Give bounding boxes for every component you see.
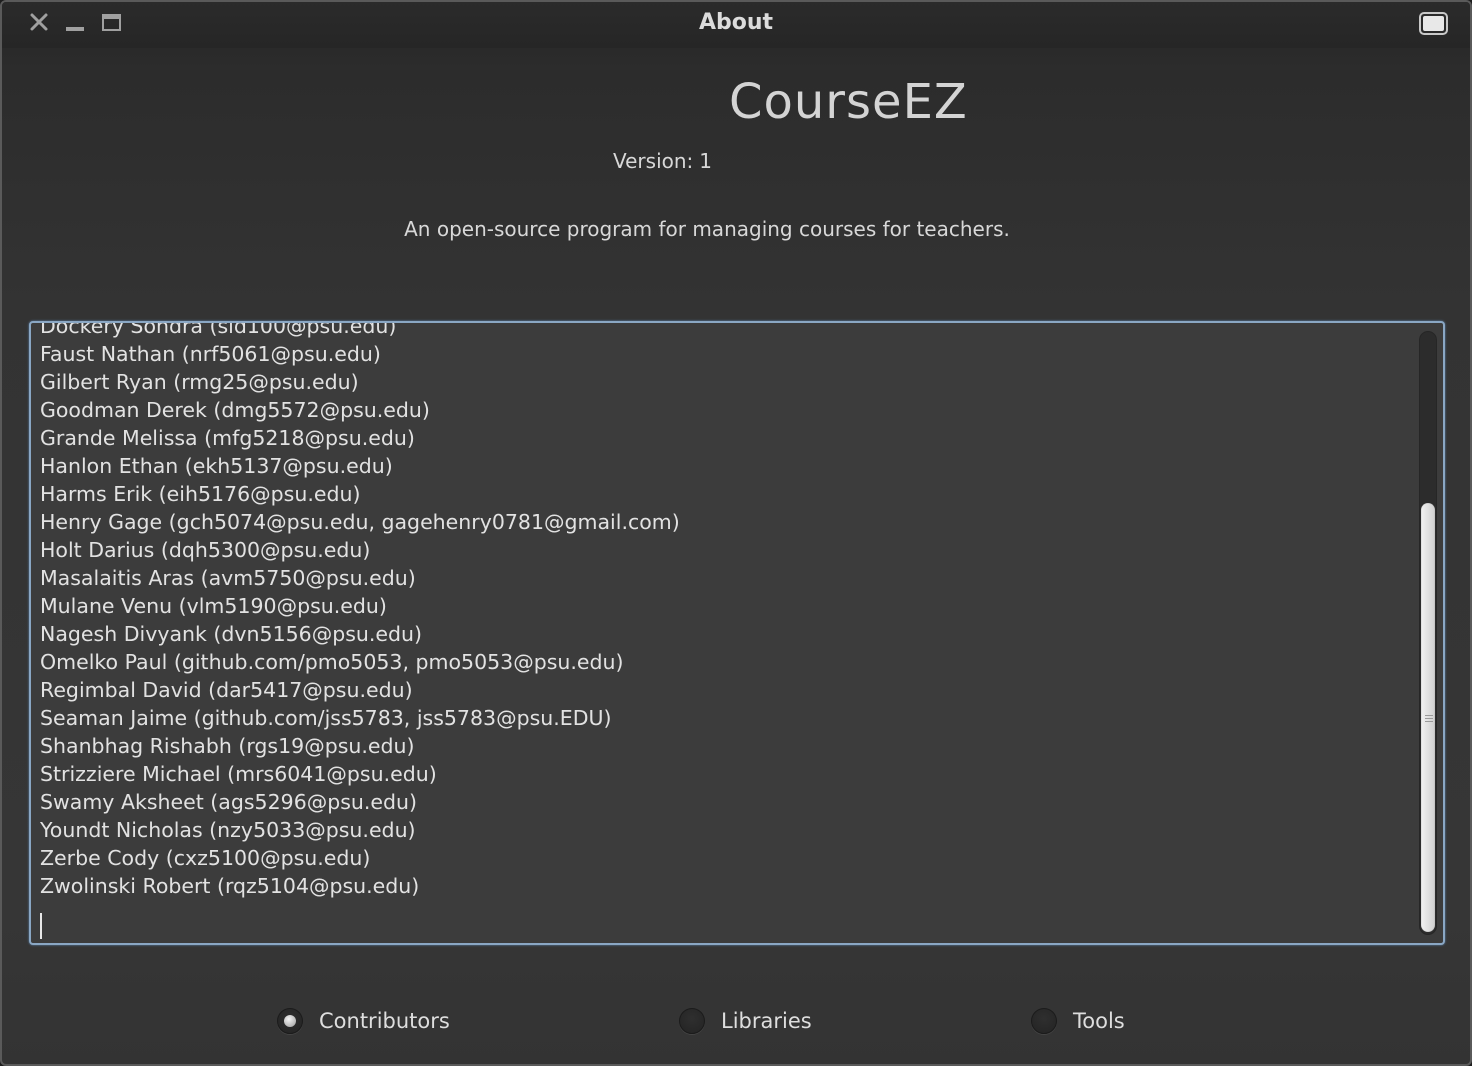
contributor-line: Hanlon Ethan (ekh5137@psu.edu) <box>40 454 393 478</box>
vertical-scrollbar[interactable] <box>1419 331 1437 935</box>
contributor-line: Strizziere Michael (mrs6041@psu.edu) <box>40 762 437 786</box>
version-value: 1 <box>699 149 713 173</box>
text-lines: Dockery Sondra (sld100@psu.edu) Faust Nat… <box>40 321 1403 900</box>
contributor-line: Swamy Aksheet (ags5296@psu.edu) <box>40 790 418 814</box>
contributor-line: Gilbert Ryan (rmg25@psu.edu) <box>40 370 359 394</box>
grip-line <box>1425 717 1433 719</box>
radio-contributors[interactable]: Contributors <box>277 1004 450 1038</box>
contributor-line: Holt Darius (dqh5300@psu.edu) <box>40 538 371 562</box>
contributor-line: Dockery Sondra (sld100@psu.edu) <box>40 321 397 338</box>
about-window: About CourseEZ Version: 1 An open-source … <box>0 0 1472 1066</box>
category-radio-group: Contributors Libraries Tools <box>2 1004 1470 1038</box>
radio-indicator[interactable] <box>679 1008 705 1034</box>
version-label: Version: <box>613 149 694 173</box>
radio-tools[interactable]: Tools <box>1031 1004 1125 1038</box>
contributor-line: Faust Nathan (nrf5061@psu.edu) <box>40 342 381 366</box>
contributor-line: Seaman Jaime (github.com/jss5783, jss578… <box>40 706 612 730</box>
contributor-line: Zerbe Cody (cxz5100@psu.edu) <box>40 846 371 870</box>
grip-line <box>1425 720 1433 722</box>
contributor-line: Masalaitis Aras (avm5750@psu.edu) <box>40 566 416 590</box>
window-menu-icon[interactable] <box>1418 10 1450 36</box>
version-row: Version: 1 <box>613 149 712 173</box>
contributor-line: Regimbal David (dar5417@psu.edu) <box>40 678 413 702</box>
contributor-line: Goodman Derek (dmg5572@psu.edu) <box>40 398 430 422</box>
contributor-line: Shanbhag Rishabh (rgs19@psu.edu) <box>40 734 415 758</box>
window-title: About <box>698 10 774 35</box>
contributors-text-area[interactable]: Dockery Sondra (sld100@psu.edu) Faust Nat… <box>29 321 1445 945</box>
app-description: An open-source program for managing cour… <box>404 217 1010 241</box>
contributor-line: Nagesh Divyank (dvn5156@psu.edu) <box>40 622 423 646</box>
app-name: CourseEZ <box>729 74 968 130</box>
radio-label: Libraries <box>721 1009 812 1033</box>
contributor-line: Omelko Paul (github.com/pmo5053, pmo5053… <box>40 650 624 674</box>
contributor-line: Henry Gage (gch5074@psu.edu, gagehenry07… <box>40 510 680 534</box>
contributor-line: Zwolinski Robert (rqz5104@psu.edu) <box>40 874 420 898</box>
contributor-line: Mulane Venu (vlm5190@psu.edu) <box>40 594 387 618</box>
contributor-line: Youndt Nicholas (nzy5033@psu.edu) <box>40 818 416 842</box>
text-caret <box>40 913 42 939</box>
radio-label: Tools <box>1073 1009 1125 1033</box>
radio-libraries[interactable]: Libraries <box>679 1004 812 1038</box>
grip-line <box>1425 714 1433 716</box>
scrollbar-thumb[interactable] <box>1421 503 1435 932</box>
title-bar[interactable]: About <box>2 2 1470 48</box>
radio-label: Contributors <box>319 1009 450 1033</box>
radio-indicator[interactable] <box>277 1008 303 1034</box>
radio-indicator[interactable] <box>1031 1008 1057 1034</box>
contributor-line: Harms Erik (eih5176@psu.edu) <box>40 482 361 506</box>
contributor-line: Grande Melissa (mfg5218@psu.edu) <box>40 426 415 450</box>
